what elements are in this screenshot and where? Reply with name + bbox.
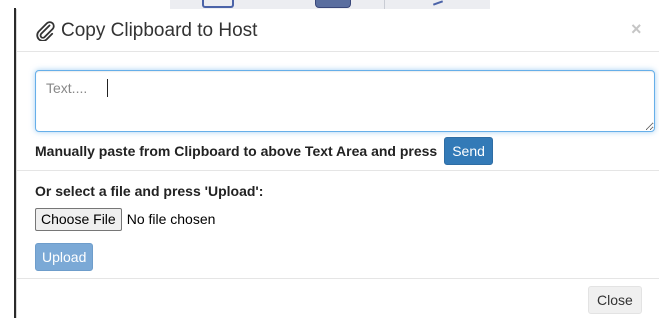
background-toolbar-icon xyxy=(202,0,234,8)
close-icon[interactable]: × xyxy=(631,19,642,39)
clipboard-text-area[interactable] xyxy=(35,70,655,132)
close-button[interactable]: Close xyxy=(588,286,642,314)
upload-button[interactable]: Upload xyxy=(35,243,94,271)
file-input: Choose File No file chosen xyxy=(35,207,215,231)
upload-instruction: Or select a file and press 'Upload': xyxy=(35,183,264,199)
file-status: No file chosen xyxy=(126,211,216,227)
background-toolbar-divider xyxy=(384,0,385,9)
copy-clipboard-dialog: Copy Clipboard to Host × Manually paste … xyxy=(16,9,659,318)
send-button[interactable]: Send xyxy=(444,137,493,165)
page: Copy Clipboard to Host × Manually paste … xyxy=(0,0,659,318)
background-toolbar-icon-active xyxy=(315,0,351,8)
choose-file-button[interactable]: Choose File xyxy=(35,207,122,231)
footer-divider xyxy=(17,278,659,279)
section-divider xyxy=(17,170,659,171)
paste-row: Manually paste from Clipboard to above T… xyxy=(35,137,493,165)
paste-instruction: Manually paste from Clipboard to above T… xyxy=(35,143,438,159)
dialog-header: Copy Clipboard to Host × xyxy=(17,9,659,52)
text-cursor xyxy=(107,79,108,97)
dialog-title: Copy Clipboard to Host xyxy=(61,20,258,41)
paperclip-icon xyxy=(36,21,55,41)
